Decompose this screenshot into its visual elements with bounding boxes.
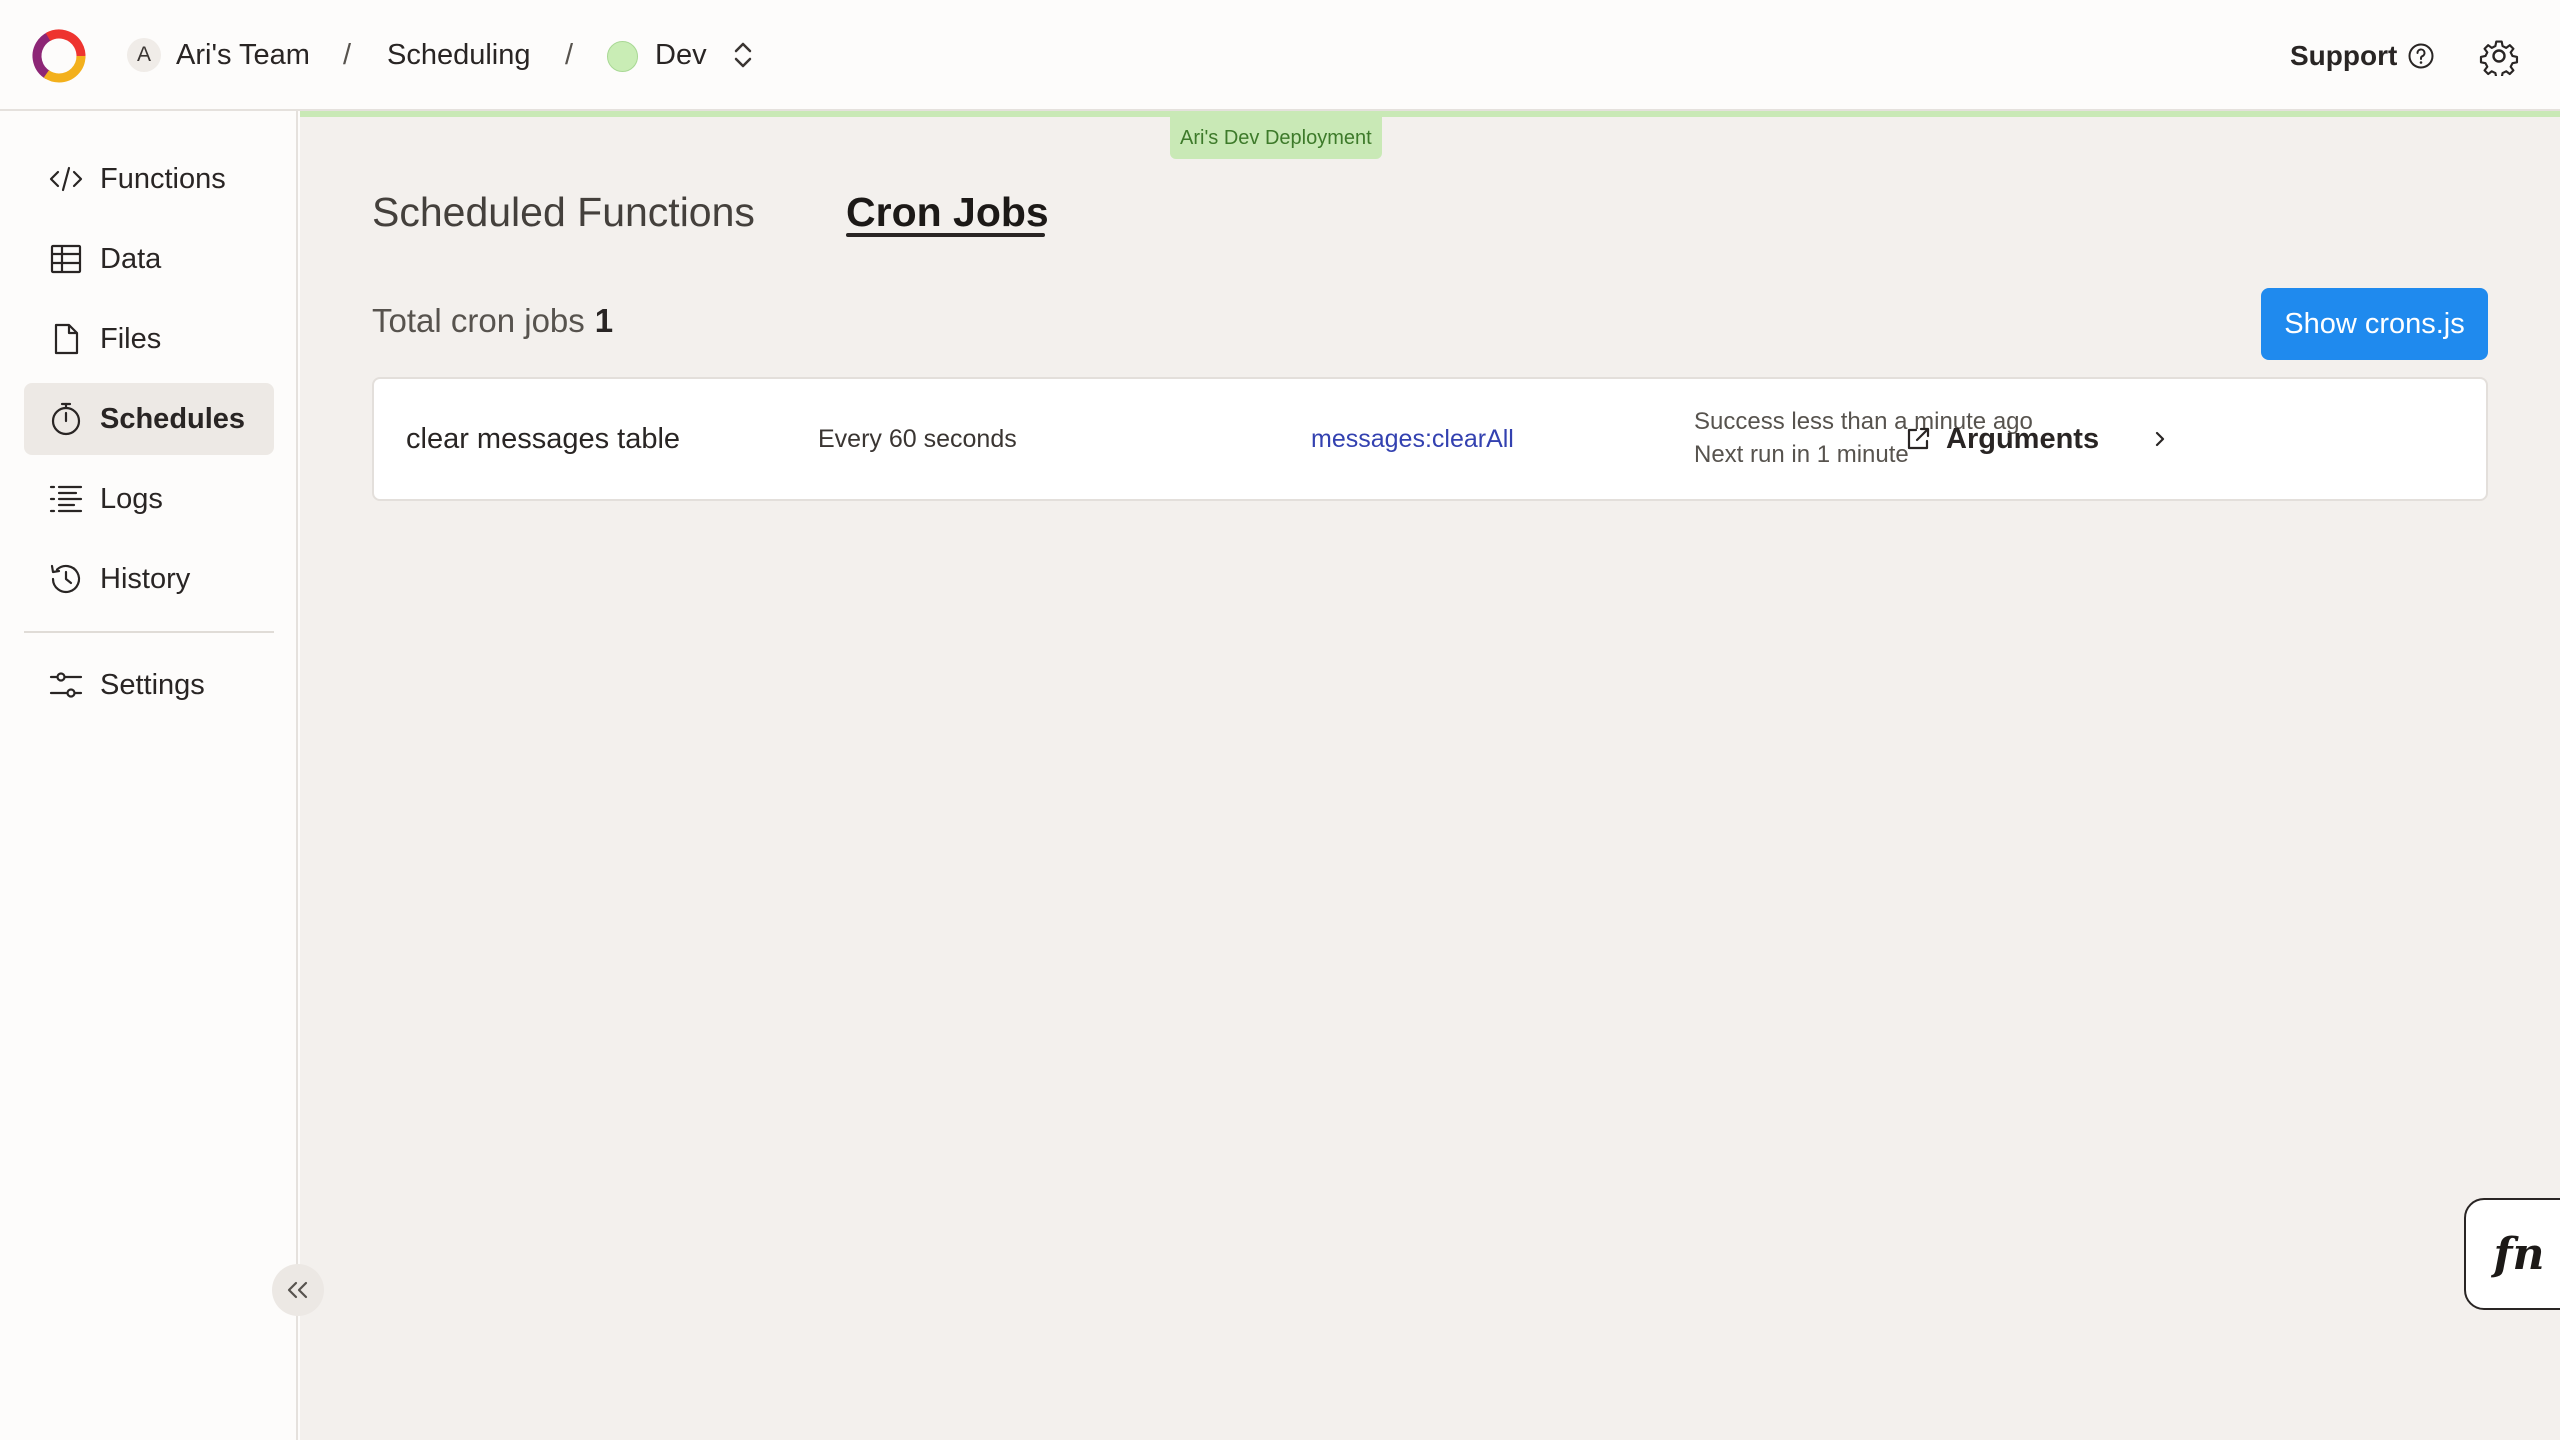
deployment-indicator-bar (300, 111, 2560, 117)
sidebar-item-schedules[interactable]: Schedules (24, 383, 274, 455)
sidebar-item-label: History (100, 562, 191, 595)
cron-job-schedule: Every 60 seconds (818, 424, 1017, 453)
breadcrumb-deployment[interactable]: Dev (655, 0, 707, 111)
expand-row-button[interactable] (2150, 379, 2170, 499)
convex-logo-icon[interactable] (29, 26, 89, 86)
total-label: Total cron jobs (372, 302, 585, 339)
deployment-tag: Ari's Dev Deployment (1170, 117, 1382, 159)
sidebar-item-label: Settings (100, 668, 205, 701)
support-link[interactable]: Support (2290, 0, 2435, 111)
breadcrumb-project[interactable]: Scheduling (387, 0, 531, 111)
cron-job-row[interactable]: clear messages table Every 60 seconds me… (372, 377, 2488, 501)
sidebar-item-label: Schedules (100, 402, 246, 435)
breadcrumb-separator: / (343, 39, 352, 71)
chevron-up-down-icon[interactable] (732, 38, 754, 72)
breadcrumb-team[interactable]: Ari's Team (176, 0, 310, 111)
total-count: 1 (594, 302, 614, 339)
chevrons-left-icon (287, 1281, 308, 1299)
show-crons-button[interactable]: Show crons.js (2261, 288, 2488, 360)
history-icon (50, 564, 81, 594)
sidebar-item-files[interactable]: Files (24, 303, 274, 375)
function-runner-button[interactable]: fn (2464, 1198, 2560, 1310)
team-avatar[interactable]: A (127, 38, 161, 72)
chevron-right-icon (2155, 431, 2165, 447)
sidebar-divider (24, 631, 274, 633)
active-tab-underline (846, 233, 1045, 237)
external-link-icon (1907, 427, 1930, 450)
sidebar-item-history[interactable]: History (24, 543, 274, 615)
sidebar-item-functions[interactable]: Functions (24, 143, 274, 215)
sidebar-item-label: Data (100, 242, 162, 275)
collapse-sidebar-button[interactable] (272, 1264, 324, 1316)
code-icon (49, 166, 83, 192)
sidebar-item-logs[interactable]: Logs (24, 463, 274, 535)
sliders-icon (49, 672, 83, 698)
gear-icon[interactable] (2479, 36, 2519, 76)
sidebar-item-settings[interactable]: Settings (24, 649, 274, 721)
sidebar-item-label: Functions (100, 162, 226, 195)
total-cron-jobs: Total cron jobs 1 (372, 296, 613, 346)
file-icon (54, 323, 79, 355)
sidebar: Functions Data Files Schedules Logs Hist… (0, 111, 298, 1440)
main-content: Ari's Dev Deployment Scheduled Functions… (300, 111, 2560, 1440)
sidebar-item-data[interactable]: Data (24, 223, 274, 295)
cron-job-name: clear messages table (406, 422, 681, 455)
table-icon (50, 244, 82, 274)
top-header: A Ari's Team / Scheduling / Dev Support (0, 0, 2560, 111)
support-label: Support (2290, 39, 2398, 71)
sidebar-item-label: Files (100, 322, 162, 355)
breadcrumb-separator: / (565, 39, 574, 71)
deployment-status-dot (607, 41, 638, 72)
cron-job-function-link[interactable]: messages:clearAll (1311, 379, 1514, 499)
arguments-label: Arguments (1946, 422, 2100, 455)
tab-scheduled-functions[interactable]: Scheduled Functions (372, 177, 755, 247)
logs-icon (49, 485, 83, 513)
stopwatch-icon (51, 402, 81, 436)
cron-job-arguments-button[interactable]: Arguments (1904, 379, 2099, 499)
sidebar-item-label: Logs (100, 482, 163, 515)
help-circle-icon (2408, 43, 2434, 68)
